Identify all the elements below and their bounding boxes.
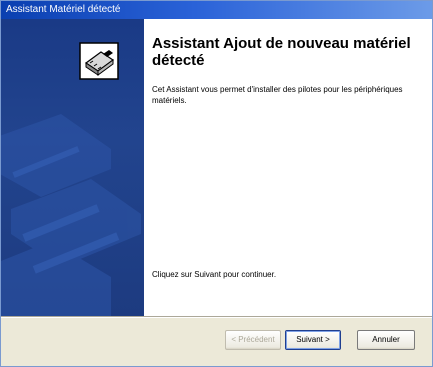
wizard-content: Assistant Ajout de nouveau matériel déte… xyxy=(144,19,432,316)
wizard-window: Assistant Matériel détecté Assistant Ajo… xyxy=(0,0,433,367)
wizard-side-graphic xyxy=(1,42,141,316)
window-title: Assistant Matériel détecté xyxy=(6,4,121,15)
title-bar[interactable]: Assistant Matériel détecté xyxy=(1,1,432,19)
wizard-side-panel xyxy=(1,19,144,316)
button-bar: < Précédent Suivant > Annuler xyxy=(1,318,432,366)
next-button[interactable]: Suivant > xyxy=(285,330,341,350)
continue-instruction: Cliquez sur Suivant pour continuer. xyxy=(152,270,277,279)
hardware-card-icon xyxy=(79,42,119,80)
wizard-heading: Assistant Ajout de nouveau matériel déte… xyxy=(152,35,411,69)
wizard-intro-text: Cet Assistant vous permet d'installer de… xyxy=(152,85,403,105)
cancel-button[interactable]: Annuler xyxy=(357,330,415,350)
back-button[interactable]: < Précédent xyxy=(225,330,281,350)
